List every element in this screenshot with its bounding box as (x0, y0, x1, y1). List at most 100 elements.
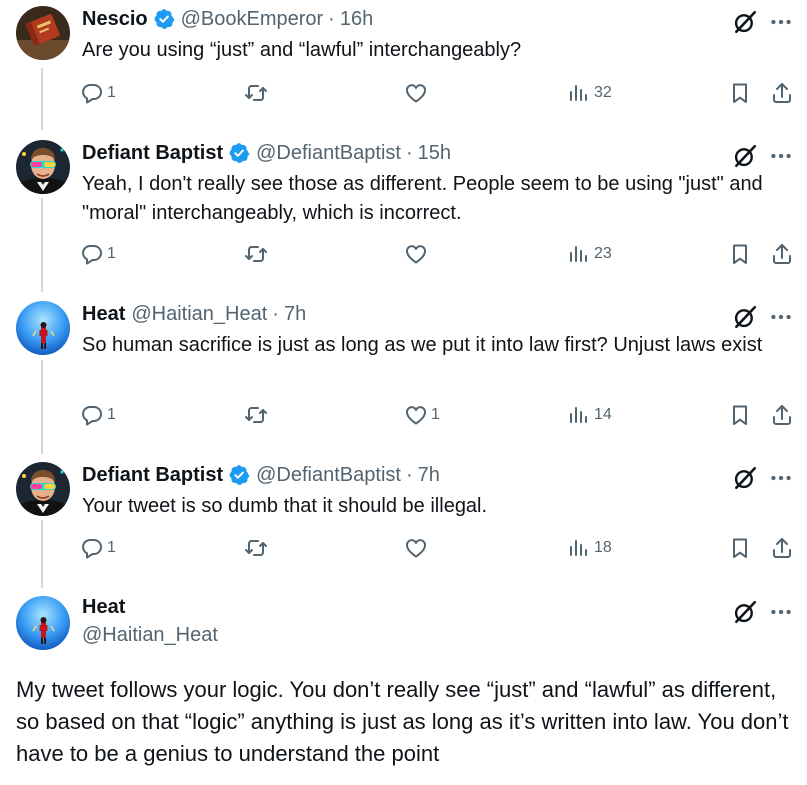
repost-button[interactable] (244, 81, 271, 105)
thread-line (41, 198, 43, 292)
view-count: 14 (594, 406, 612, 423)
tweet-header: Heat @Haitian_Heat · 7h (82, 301, 306, 327)
display-name[interactable]: Nescio (82, 8, 148, 31)
bookmark-button[interactable] (728, 81, 752, 105)
verified-badge-icon (228, 464, 250, 486)
reply-count: 1 (107, 84, 116, 101)
views-button[interactable]: 18 (567, 536, 612, 560)
views-button[interactable]: 32 (567, 81, 612, 105)
tweet-header: Defiant Baptist @DefiantBaptist · 7h (82, 462, 440, 488)
view-count: 23 (594, 245, 612, 262)
reply-button[interactable]: 1 (80, 81, 116, 105)
bookmark-icon (728, 403, 752, 427)
timestamp[interactable]: 7h (284, 303, 306, 326)
repost-button[interactable] (244, 536, 271, 560)
avatar[interactable] (16, 596, 70, 650)
repost-icon (244, 242, 268, 266)
tweet-text: Your tweet is so dumb that it should be … (82, 495, 488, 517)
separator-dot: · (405, 141, 413, 164)
bookmark-button[interactable] (728, 403, 752, 427)
tweet-header: Nescio @BookEmperor · 16h (82, 6, 373, 32)
share-button[interactable] (770, 536, 794, 560)
more-icon[interactable] (768, 9, 794, 35)
verified-badge-icon (228, 142, 250, 164)
reply-icon (80, 81, 104, 105)
like-button[interactable]: 1 (404, 403, 440, 427)
action-bar: 1 32 (80, 81, 800, 109)
avatar[interactable] (16, 301, 70, 355)
grok-icon[interactable] (732, 599, 758, 625)
reply-icon (80, 242, 104, 266)
view-count: 32 (594, 84, 612, 101)
thread-line (41, 360, 43, 454)
views-icon (567, 81, 591, 105)
share-button[interactable] (770, 81, 794, 105)
like-icon (404, 536, 428, 560)
repost-icon (244, 536, 268, 560)
like-button[interactable] (404, 81, 431, 105)
bookmark-button[interactable] (728, 242, 752, 266)
tweet-text: So human sacrifice is just as long as we… (82, 334, 763, 356)
reply-count: 1 (107, 539, 116, 556)
grok-icon[interactable] (732, 304, 758, 330)
display-name[interactable]: Defiant Baptist (82, 142, 223, 165)
verified-badge-icon (153, 8, 175, 30)
timestamp[interactable]: 7h (418, 464, 440, 487)
repost-button[interactable] (244, 242, 271, 266)
tweet-text: Are you using “just” and “lawful” interc… (82, 39, 522, 61)
timestamp[interactable]: 16h (340, 8, 373, 31)
views-button[interactable]: 23 (567, 242, 612, 266)
more-icon[interactable] (768, 143, 794, 169)
more-icon[interactable] (768, 599, 794, 625)
timestamp[interactable]: 15h (418, 142, 451, 165)
repost-button[interactable] (244, 403, 271, 427)
user-handle[interactable]: @Haitian_Heat (82, 624, 218, 647)
display-name[interactable]: Heat (82, 303, 125, 326)
thread-line (41, 520, 43, 588)
user-handle[interactable]: @BookEmperor (181, 8, 324, 31)
share-button[interactable] (770, 403, 794, 427)
tweet-text: Yeah, I don't really see those as differ… (82, 173, 763, 224)
tweet-text: My tweet follows your logic. You don’t r… (16, 677, 789, 766)
repost-icon (244, 403, 268, 427)
views-button[interactable]: 14 (567, 403, 612, 427)
reply-count: 1 (107, 406, 116, 423)
like-button[interactable] (404, 536, 431, 560)
view-count: 18 (594, 539, 612, 556)
reply-button[interactable]: 1 (80, 403, 116, 427)
avatar[interactable] (16, 462, 70, 516)
grok-icon[interactable] (732, 465, 758, 491)
bookmark-icon (728, 242, 752, 266)
like-icon (404, 403, 428, 427)
display-name[interactable]: Defiant Baptist (82, 464, 223, 487)
bookmark-button[interactable] (728, 536, 752, 560)
reply-icon (80, 536, 104, 560)
like-icon (404, 81, 428, 105)
grok-icon[interactable] (732, 9, 758, 35)
share-icon (770, 536, 794, 560)
display-name[interactable]: Heat (82, 596, 125, 619)
action-bar: 1 23 (80, 242, 800, 270)
views-icon (567, 403, 591, 427)
grok-icon[interactable] (732, 143, 758, 169)
share-button[interactable] (770, 242, 794, 266)
action-bar: 1 18 (80, 536, 800, 564)
separator-dot: · (405, 463, 413, 486)
avatar[interactable] (16, 140, 70, 194)
user-handle[interactable]: @DefiantBaptist (256, 142, 401, 165)
reply-button[interactable]: 1 (80, 536, 116, 560)
views-icon (567, 242, 591, 266)
avatar[interactable] (16, 6, 70, 60)
reply-icon (80, 403, 104, 427)
bookmark-icon (728, 81, 752, 105)
user-handle[interactable]: @DefiantBaptist (256, 464, 401, 487)
more-icon[interactable] (768, 304, 794, 330)
user-handle[interactable]: @Haitian_Heat (131, 303, 267, 326)
action-bar: 1 1 14 (80, 403, 800, 431)
separator-dot: · (328, 7, 335, 30)
like-button[interactable] (404, 242, 431, 266)
share-icon (770, 242, 794, 266)
reply-button[interactable]: 1 (80, 242, 116, 266)
more-icon[interactable] (768, 465, 794, 491)
like-count: 1 (431, 406, 440, 423)
